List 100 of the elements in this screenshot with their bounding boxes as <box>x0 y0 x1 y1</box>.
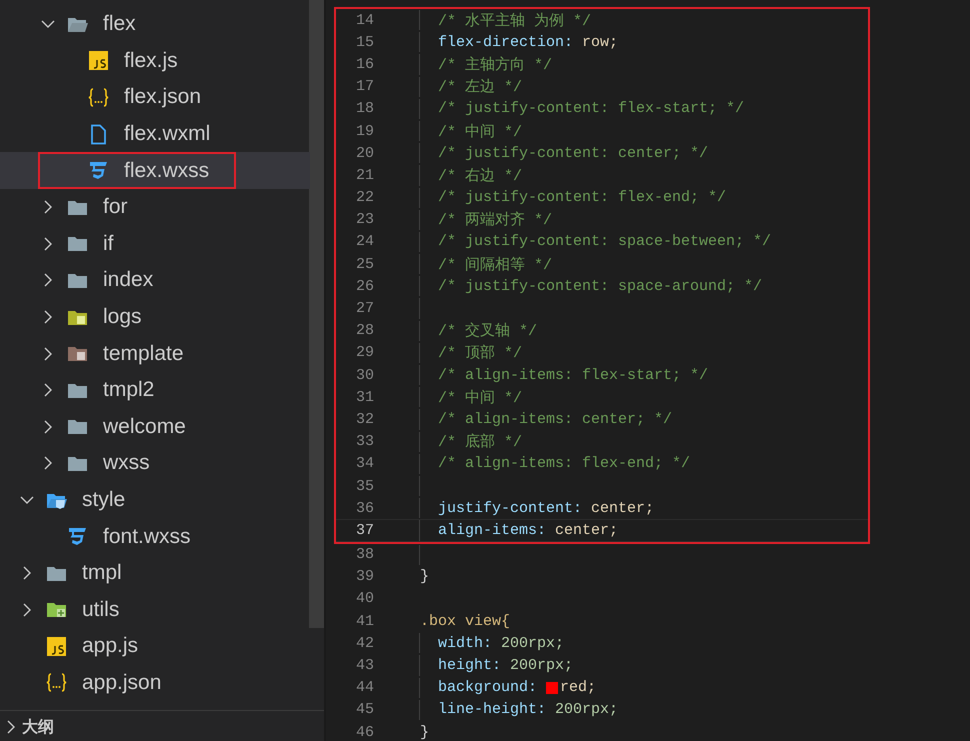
tree-item[interactable]: tmpl2 <box>0 372 310 409</box>
line-number: 40 <box>354 590 374 608</box>
file-name: logs <box>103 305 142 330</box>
line-number: 46 <box>354 724 374 741</box>
file-name: index <box>103 268 154 292</box>
line-number: 32 <box>354 410 374 428</box>
line-number: 23 <box>354 211 374 228</box>
css-file-icon <box>67 526 88 548</box>
js-file-icon <box>46 636 67 657</box>
css-value: 200rpx; <box>501 634 564 652</box>
tree-item[interactable]: template <box>0 335 310 372</box>
css-property: line-height: <box>438 701 546 718</box>
line-number: 41 <box>354 612 374 630</box>
tree-item[interactable]: utils <box>0 592 310 628</box>
tree-item[interactable]: flex.json <box>0 79 310 116</box>
line-number: 27 <box>354 300 374 318</box>
css-value: center; <box>555 522 618 539</box>
file-name: flex.wxss <box>124 158 210 183</box>
css-value: 200rpx; <box>555 701 618 718</box>
line-number: 14 <box>354 12 374 29</box>
file-name: font.wxss <box>103 524 191 549</box>
tree-item[interactable]: style <box>0 482 310 518</box>
code-comment: /* align-items: flex-end; */ <box>438 455 690 472</box>
line-number: 42 <box>354 634 374 652</box>
closing-brace: } <box>420 724 430 741</box>
line-number: 43 <box>354 657 374 674</box>
file-name: app.json <box>82 670 162 695</box>
line-number: 24 <box>354 233 374 250</box>
line-number: 20 <box>354 144 374 162</box>
code-comment: /* 主轴方向 */ <box>438 55 552 74</box>
line-number: 17 <box>354 78 374 96</box>
tree-item[interactable]: for <box>0 188 310 226</box>
file-name: for <box>103 195 128 220</box>
tree-item[interactable]: welcome <box>0 408 310 446</box>
code-comment: /* 右边 */ <box>438 166 522 185</box>
css-selector: .box view{ <box>420 612 510 630</box>
file-name: flex.json <box>124 85 202 110</box>
tree-item[interactable]: wxss <box>0 445 310 482</box>
line-number: 37 <box>354 522 374 539</box>
tree-item[interactable]: app.json <box>0 664 310 702</box>
line-number: 39 <box>354 568 374 586</box>
css-property: align-items: <box>438 522 546 539</box>
file-name: welcome <box>103 414 186 439</box>
js-file-icon <box>88 50 109 72</box>
line-number: 15 <box>354 34 374 51</box>
code-comment: /* 底部 */ <box>438 432 522 452</box>
tree-item[interactable]: index <box>0 262 310 299</box>
document-icon <box>88 124 109 145</box>
panel-title: 大纲 <box>22 716 54 738</box>
css-property: height: <box>438 657 502 674</box>
tree-item[interactable]: font.wxss <box>0 518 310 555</box>
braces-icon <box>88 86 109 108</box>
code-comment: /* align-items: center; */ <box>438 410 672 428</box>
line-number: 29 <box>354 344 374 362</box>
tree-item[interactable]: if <box>0 226 310 262</box>
line-number: 22 <box>354 189 374 206</box>
file-name: template <box>103 342 184 366</box>
css-value: row; <box>582 34 618 51</box>
line-number: 34 <box>354 455 374 472</box>
code-comment: /* justify-content: space-around; */ <box>438 278 762 295</box>
tree-item[interactable]: flex <box>0 6 310 43</box>
tree-item[interactable]: logs <box>0 298 310 336</box>
css-value: 200rpx; <box>510 657 574 674</box>
line-number: 19 <box>354 122 374 140</box>
code-comment: /* 两端对齐 */ <box>438 210 552 230</box>
line-number: 31 <box>354 388 374 406</box>
line-number: 38 <box>354 546 374 564</box>
line-number: 28 <box>354 322 374 340</box>
css-value: center; <box>591 500 654 517</box>
line-number: 35 <box>354 478 374 495</box>
code-comment: /* 中间 */ <box>438 122 522 141</box>
line-number: 16 <box>354 56 374 73</box>
tree-item[interactable]: app.js <box>0 628 310 665</box>
line-number: 30 <box>354 366 374 384</box>
code-comment: /* 间隔相等 */ <box>438 256 552 274</box>
file-name: if <box>103 232 114 256</box>
code-comment: /* justify-content: flex-start; */ <box>438 100 744 118</box>
code-comment: /* align-items: flex-start; */ <box>438 366 708 384</box>
file-name: flex.js <box>124 48 178 73</box>
line-number: 18 <box>354 100 374 118</box>
line-number: 33 <box>354 433 374 450</box>
scrollbar-thumb[interactable] <box>309 0 324 628</box>
code-comment: /* justify-content: flex-end; */ <box>438 189 726 206</box>
line-number: 25 <box>354 256 374 273</box>
code-comment: /* justify-content: space-between; */ <box>438 233 772 250</box>
tree-item[interactable]: flex.wxml <box>0 116 310 152</box>
file-name: flex.wxml <box>124 122 210 146</box>
file-name: tmpl <box>82 561 122 586</box>
file-name: utils <box>82 598 120 622</box>
tree-item[interactable]: flex.wxss <box>0 152 310 189</box>
css-property: background: <box>438 679 538 696</box>
tree-item[interactable]: flex.js <box>0 42 310 80</box>
line-number: 36 <box>354 500 374 517</box>
color-swatch[interactable] <box>546 682 558 694</box>
line-number: 26 <box>354 278 374 295</box>
file-name: style <box>82 488 126 512</box>
code-comment: /* 水平主轴 为例 */ <box>438 11 592 30</box>
tree-item[interactable]: tmpl <box>0 554 310 592</box>
line-number: 45 <box>354 701 374 718</box>
css-property: width: <box>438 634 492 652</box>
